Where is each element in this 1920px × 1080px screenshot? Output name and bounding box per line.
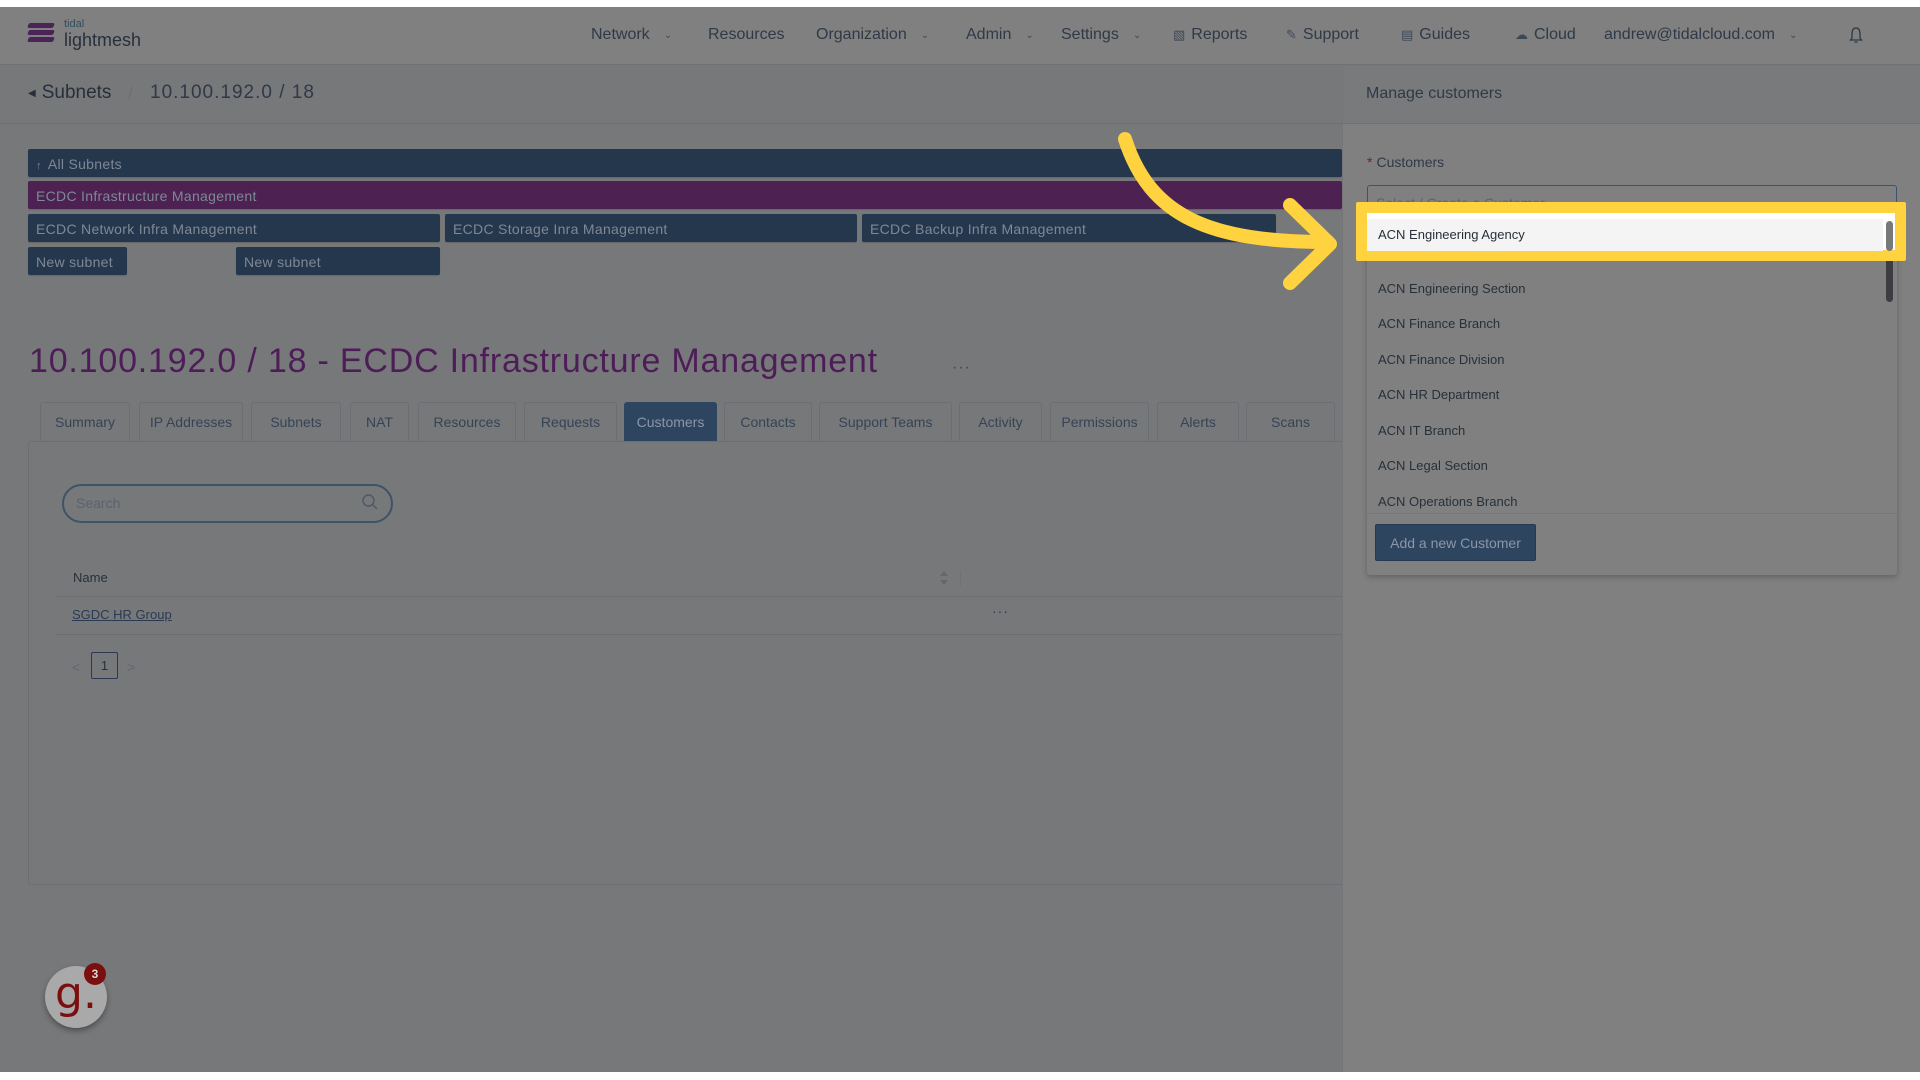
dropdown-scrollbar-highlighted: [1886, 221, 1893, 251]
new-subnet-button[interactable]: New subnet: [236, 247, 440, 275]
tab-permissions[interactable]: Permissions: [1050, 402, 1149, 441]
tab-subnets[interactable]: Subnets: [251, 402, 341, 441]
dropdown-footer-divider: [1367, 513, 1897, 514]
column-header-name[interactable]: Name: [73, 570, 108, 585]
nav-reports-label: Reports: [1191, 26, 1248, 43]
tab-requests[interactable]: Requests: [524, 402, 617, 441]
brand-logo[interactable]: tidal lightmesh: [27, 18, 142, 50]
user-email: andrew@tidalcloud.com: [1604, 26, 1775, 43]
breadcrumb: ◀ Subnets / 10.100.192.0 / 18: [0, 66, 1342, 124]
more-actions-button[interactable]: ···: [952, 359, 971, 377]
chevron-down-icon: ⌄: [1789, 29, 1798, 41]
nav-organization[interactable]: Organization ⌄: [816, 26, 929, 44]
pagination-next[interactable]: >: [127, 659, 135, 675]
notification-count-badge: 3: [84, 963, 106, 985]
table-header-divider: [56, 596, 1342, 597]
tab-contacts[interactable]: Contacts: [724, 402, 812, 441]
nav-organization-label: Organization: [816, 26, 907, 43]
brand-small-text: tidal: [64, 18, 85, 30]
breadcrumb-current: 10.100.192.0 / 18: [150, 82, 315, 103]
panel-title: Manage customers: [1366, 85, 1503, 102]
nav-settings[interactable]: Settings ⌄: [1061, 26, 1141, 44]
nav-network-label: Network: [591, 26, 650, 43]
nav-admin-label: Admin: [966, 26, 1012, 43]
caret-left-icon: ◀: [28, 87, 36, 99]
user-menu[interactable]: andrew@tidalcloud.com ⌄: [1604, 26, 1797, 44]
arrow-up-icon: ↑: [36, 160, 42, 172]
tab-alerts[interactable]: Alerts: [1157, 402, 1239, 441]
wrench-icon: ✎: [1286, 27, 1297, 42]
customer-dropdown: ACN Engineering Agency ACN Engineering S…: [1367, 226, 1897, 575]
panel-header: Manage customers: [1343, 66, 1920, 124]
dropdown-option[interactable]: ACN Finance Branch: [1367, 306, 1885, 341]
search-placeholder: Search: [76, 495, 121, 511]
subnet-child[interactable]: ECDC Network Infra Management: [28, 214, 440, 242]
tab-customers[interactable]: Customers: [624, 402, 717, 441]
search-input[interactable]: Search: [62, 484, 393, 523]
chevron-down-icon: ⌄: [1132, 29, 1142, 41]
breadcrumb-separator: /: [128, 84, 133, 103]
highlighted-option-label: ACN Engineering Agency: [1367, 219, 1883, 251]
nav-cloud[interactable]: ☁ Cloud: [1515, 26, 1576, 44]
app-screen: tidal lightmesh Network ⌄ Resources Orga…: [0, 7, 1920, 1072]
nav-support-label: Support: [1302, 26, 1359, 43]
nav-resources[interactable]: Resources: [708, 26, 784, 44]
cloud-icon: ☁: [1515, 27, 1528, 42]
pagination-page[interactable]: 1: [91, 652, 118, 679]
all-subnets-label: All Subnets: [47, 156, 122, 172]
dropdown-option[interactable]: ACN Finance Division: [1367, 342, 1885, 377]
customers-field-label: * Customers: [1367, 154, 1444, 170]
dropdown-option[interactable]: ACN IT Branch: [1367, 413, 1885, 448]
new-subnet-button[interactable]: New subnet: [28, 247, 127, 275]
nav-guides[interactable]: ▤ Guides: [1401, 26, 1470, 44]
column-divider: [960, 570, 961, 586]
annotation-arrow-icon: [1118, 132, 1337, 290]
nav-support[interactable]: ✎ Support: [1286, 26, 1359, 44]
tab-activity[interactable]: Activity: [959, 402, 1042, 441]
nav-reports[interactable]: ▧ Reports: [1173, 26, 1247, 44]
dropdown-option[interactable]: ACN HR Department: [1367, 377, 1885, 412]
breadcrumb-back-link[interactable]: ◀ Subnets: [28, 82, 111, 104]
nav-network[interactable]: Network ⌄: [591, 26, 672, 44]
required-marker: *: [1367, 154, 1373, 170]
customers-label-text: Customers: [1376, 154, 1445, 170]
chevron-down-icon: ⌄: [1025, 29, 1034, 41]
tab-nat[interactable]: NAT: [350, 402, 409, 441]
book-icon: ▤: [1401, 27, 1414, 42]
search-icon[interactable]: [361, 493, 379, 511]
top-navbar: tidal lightmesh Network ⌄ Resources Orga…: [0, 7, 1920, 65]
table-row-divider: [56, 634, 1342, 635]
notifications-button[interactable]: [1848, 26, 1864, 44]
chevron-down-icon: ⌄: [663, 29, 673, 41]
tab-ip-addresses[interactable]: IP Addresses: [139, 402, 243, 441]
dropdown-option[interactable]: ACN Legal Section: [1367, 448, 1885, 483]
bar-chart-icon: ▧: [1173, 27, 1186, 42]
nav-cloud-label: Cloud: [1534, 26, 1576, 43]
tab-scans[interactable]: Scans: [1246, 402, 1335, 441]
brand-name: lightmesh: [64, 30, 142, 50]
nav-admin[interactable]: Admin ⌄: [966, 26, 1034, 44]
nav-resources-label: Resources: [708, 26, 785, 43]
customer-link[interactable]: SGDC HR Group: [72, 607, 172, 622]
highlighted-option[interactable]: ACN Engineering Agency: [1367, 213, 1895, 251]
tab-resources[interactable]: Resources: [418, 402, 516, 441]
add-customer-button[interactable]: Add a new Customer: [1375, 524, 1536, 561]
row-actions-button[interactable]: ···: [992, 603, 1009, 619]
sort-icon[interactable]: [938, 569, 950, 587]
nav-settings-label: Settings: [1061, 26, 1119, 43]
page-title: 10.100.192.0 / 18 - ECDC Infrastructure …: [29, 342, 878, 380]
breadcrumb-subnets: Subnets: [41, 82, 112, 103]
nav-guides-label: Guides: [1419, 26, 1470, 43]
tab-support-teams[interactable]: Support Teams: [819, 402, 952, 441]
tab-summary[interactable]: Summary: [40, 402, 130, 441]
chevron-down-icon: ⌄: [920, 29, 930, 41]
dropdown-option[interactable]: ACN Engineering Section: [1367, 271, 1885, 306]
bell-icon: [1849, 27, 1863, 43]
lightmesh-logo-icon: [27, 21, 56, 47]
pagination-prev[interactable]: <: [72, 659, 80, 675]
subnet-child[interactable]: ECDC Storage Inra Management: [445, 214, 857, 242]
